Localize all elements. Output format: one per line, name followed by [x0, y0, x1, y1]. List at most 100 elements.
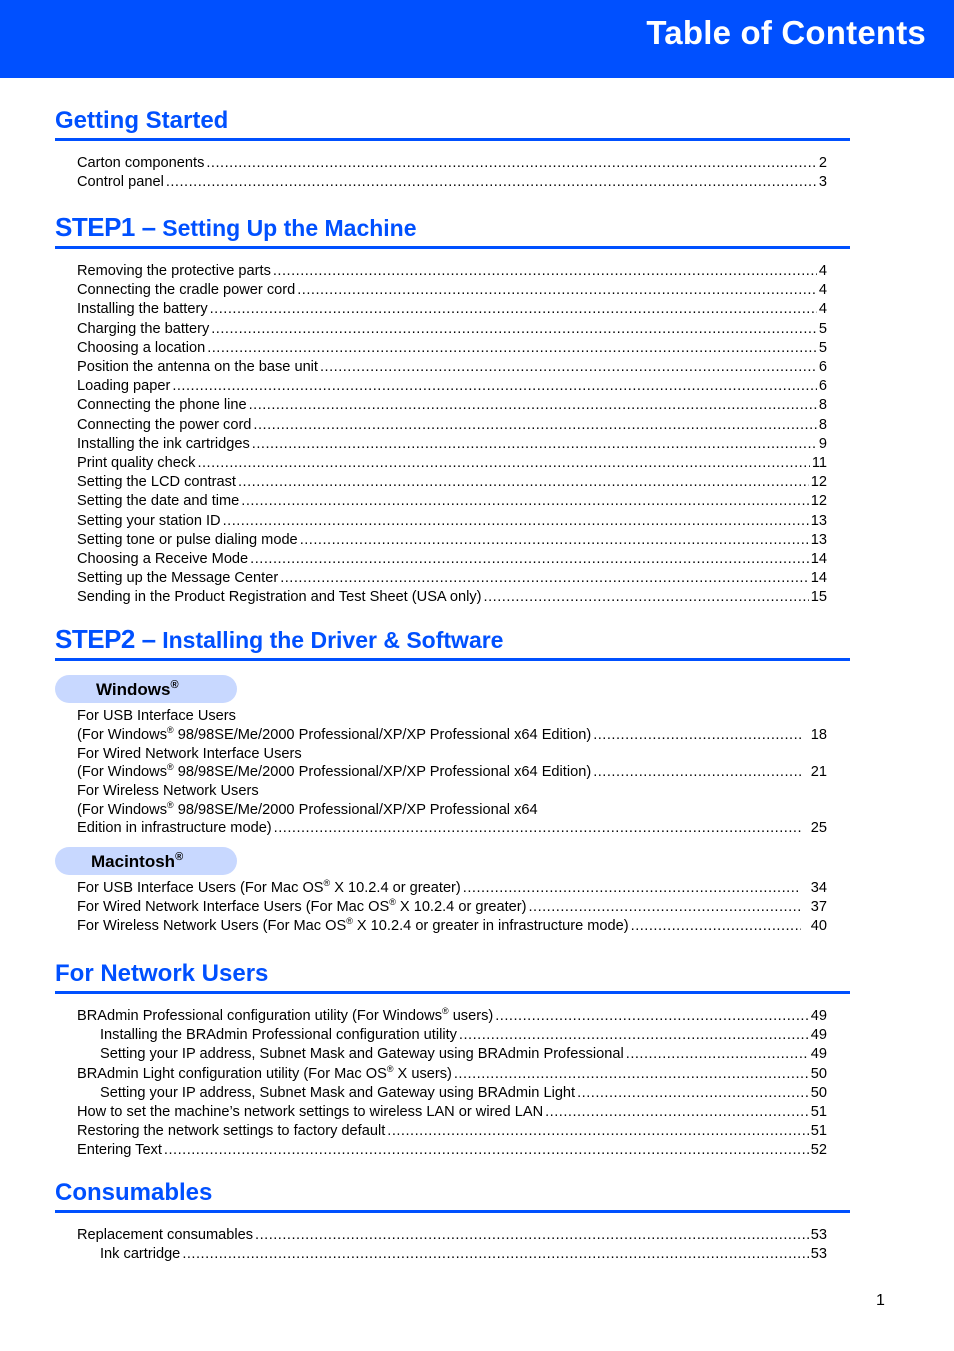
toc-group-heading: For Wireless Network Users	[77, 783, 259, 800]
leader-dots	[273, 262, 817, 281]
page-ref: 12	[810, 493, 827, 510]
page-ref: 49	[810, 1008, 827, 1024]
page-ref: 51	[810, 1104, 827, 1121]
toc-entry[interactable]: For Wireless Network Users (For Mac OS® …	[55, 917, 827, 936]
header-banner: Table of Contents	[0, 0, 954, 78]
toc-entry[interactable]: (For Windows® 98/98SE/Me/2000 Profession…	[55, 725, 827, 745]
leader-dots	[164, 1141, 809, 1160]
toc-entry[interactable]: Setting the LCD contrast12	[55, 473, 827, 492]
page-ref: 14	[810, 551, 827, 568]
section-heading: STEP1 – Setting Up the Machine	[55, 212, 850, 249]
page-ref: 50	[810, 1084, 827, 1101]
toc-entry[interactable]: Installing the ink cartridges9	[55, 435, 827, 454]
leader-dots	[577, 1084, 809, 1103]
toc-entry[interactable]: Print quality check11	[55, 454, 827, 473]
leader-dots	[300, 531, 809, 550]
macintosh-subheading: Macintosh®	[55, 846, 237, 875]
toc-entry[interactable]: For USB Interface Users (For Mac OS® X 1…	[55, 878, 827, 898]
toc-entry[interactable]: Setting tone or pulse dialing mode13	[55, 531, 827, 550]
section-heading: For Network Users	[55, 959, 850, 994]
toc-entry[interactable]: Position the antenna on the base unit6	[55, 358, 827, 377]
toc-entry[interactable]: Setting up the Message Center14	[55, 569, 827, 588]
toc-group-heading: For USB Interface Users	[77, 708, 236, 724]
leader-dots	[249, 396, 817, 415]
page-ref: 4	[818, 301, 827, 318]
toc-entry[interactable]: Choosing a location5	[55, 339, 827, 358]
page-ref: 51	[810, 1123, 827, 1140]
toc-entry[interactable]: For Wired Network Interface Users (For M…	[55, 897, 827, 917]
leader-dots	[241, 492, 809, 511]
toc-entry[interactable]: Connecting the cradle power cord4	[55, 281, 827, 300]
leader-dots	[297, 281, 817, 300]
page-ref: 2	[818, 155, 827, 171]
toc-entry[interactable]: Entering Text52	[55, 1141, 827, 1160]
leader-dots	[459, 1026, 809, 1045]
step-title: Setting Up the Machine	[162, 215, 417, 241]
leader-dots	[223, 512, 809, 531]
toc-entry[interactable]: Edition in infrastructure mode)25	[55, 819, 827, 838]
section-heading: Consumables	[55, 1178, 850, 1213]
leader-dots	[166, 173, 817, 192]
toc-entry[interactable]: Sending in the Product Registration and …	[55, 588, 827, 607]
leader-dots	[252, 435, 817, 454]
leader-dots	[206, 154, 817, 173]
page-ref: 9	[818, 435, 827, 452]
section-step2: STEP2 – Installing the Driver & Software…	[55, 624, 850, 936]
toc-entry[interactable]: Replacement consumables53	[55, 1226, 827, 1245]
toc-subentry[interactable]: Installing the BRAdmin Professional conf…	[55, 1026, 827, 1045]
section-heading: STEP2 – Installing the Driver & Software	[55, 624, 850, 661]
leader-dots	[484, 588, 809, 607]
toc-group-heading: For Wired Network Interface Users	[77, 745, 302, 762]
toc-entry[interactable]: Loading paper6	[55, 377, 827, 396]
leader-dots	[463, 879, 801, 898]
leader-dots	[182, 1245, 808, 1264]
step-label: STEP2 –	[55, 624, 156, 654]
leader-dots	[238, 473, 809, 492]
page-ref: 8	[818, 416, 827, 433]
page-ref: 53	[810, 1246, 827, 1263]
toc-entry[interactable]: Control panel3	[55, 173, 827, 192]
toc-entry[interactable]: (For Windows® 98/98SE/Me/2000 Profession…	[55, 763, 827, 782]
leader-dots	[593, 726, 801, 745]
toc-entry[interactable]: Installing the battery4	[55, 300, 827, 319]
page-ref: 18	[810, 726, 827, 743]
toc-entry[interactable]: Choosing a Receive Mode14	[55, 550, 827, 569]
page-ref: 21	[810, 764, 827, 781]
section-consumables: Consumables Replacement consumables53 In…	[55, 1178, 850, 1264]
page-title: Table of Contents	[646, 14, 926, 51]
toc-entry[interactable]: BRAdmin Professional configuration utili…	[55, 1007, 827, 1026]
toc-entry[interactable]: Charging the battery5	[55, 320, 827, 339]
step-label: STEP1 –	[55, 212, 156, 242]
toc-entry[interactable]: Setting the date and time12	[55, 492, 827, 511]
page-ref: 14	[810, 570, 827, 587]
toc-entry[interactable]: Setting your station ID13	[55, 512, 827, 531]
toc-entry[interactable]: How to set the machine’s network setting…	[55, 1103, 827, 1122]
leader-dots	[250, 550, 809, 569]
page-ref: 49	[810, 1027, 827, 1044]
leader-dots	[172, 377, 817, 396]
toc-entry[interactable]: Removing the protective parts4	[55, 262, 827, 281]
page-ref: 49	[810, 1046, 827, 1063]
leader-dots	[197, 454, 809, 473]
leader-dots	[626, 1045, 809, 1064]
toc-entry[interactable]: BRAdmin Light configuration utility (For…	[55, 1064, 827, 1084]
leader-dots	[210, 300, 817, 319]
page-ref: 8	[818, 397, 827, 414]
toc-entry[interactable]: Connecting the phone line8	[55, 396, 827, 415]
section-heading: Getting Started	[55, 106, 850, 141]
leader-dots	[274, 819, 801, 838]
toc-entry[interactable]: Restoring the network settings to factor…	[55, 1122, 827, 1141]
toc-subentry[interactable]: Setting your IP address, Subnet Mask and…	[55, 1084, 827, 1103]
toc-entry[interactable]: Connecting the power cord8	[55, 416, 827, 435]
toc-subentry[interactable]: Setting your IP address, Subnet Mask and…	[55, 1045, 827, 1064]
section-step1: STEP1 – Setting Up the Machine Removing …	[55, 212, 850, 608]
page-ref: 6	[818, 378, 827, 395]
toc-subentry[interactable]: Ink cartridge53	[55, 1245, 827, 1264]
leader-dots	[545, 1103, 809, 1122]
page-ref: 4	[818, 263, 827, 279]
leader-dots	[280, 569, 809, 588]
page-ref: 13	[810, 512, 827, 529]
page-number: 1	[876, 1292, 885, 1309]
section-network-users: For Network Users BRAdmin Professional c…	[55, 959, 850, 1161]
toc-entry[interactable]: Carton components2	[55, 154, 827, 173]
